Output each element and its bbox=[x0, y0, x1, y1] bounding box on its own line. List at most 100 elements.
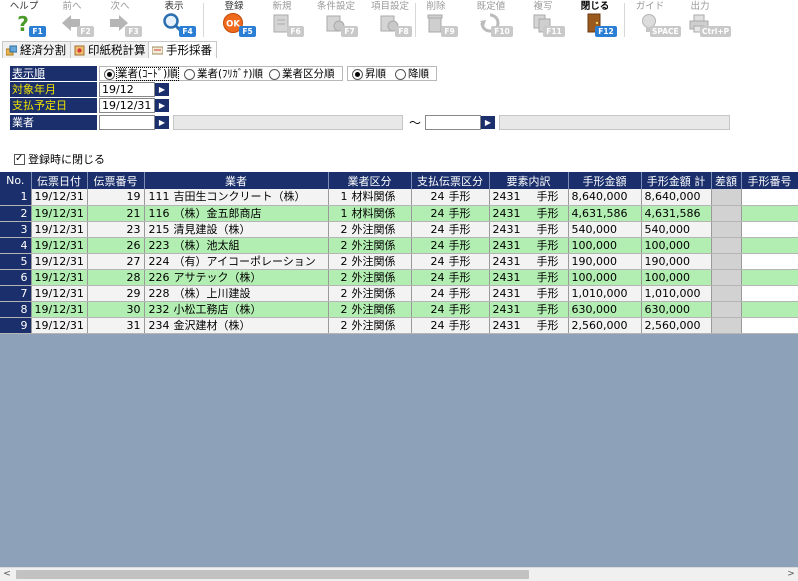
tab-economic-split[interactable]: 経済分割 bbox=[2, 41, 71, 58]
horizontal-scrollbar[interactable]: < > bbox=[0, 567, 798, 581]
table-row[interactable]: 6 19/12/31 28 226 アサテック（株） 2 外注関係 24 手形 2431 手形 100… bbox=[0, 269, 798, 286]
target-month-input[interactable]: 19/12 bbox=[99, 82, 155, 97]
slip-number-cell[interactable]: 29 bbox=[87, 285, 145, 302]
vendor-cell[interactable]: 224 （有）アイコーポレーション bbox=[144, 253, 329, 270]
row-number-cell[interactable]: 6 bbox=[0, 269, 32, 286]
element-breakdown-cell[interactable]: 2431 手形 bbox=[489, 269, 569, 286]
vendor-category-cell[interactable]: 2 外注関係 bbox=[328, 237, 412, 254]
payment-slip-type-cell[interactable]: 24 手形 bbox=[411, 285, 490, 302]
save-button[interactable]: 登録 OK F5 bbox=[210, 0, 258, 40]
element-breakdown-cell[interactable]: 2431 手形 bbox=[489, 237, 569, 254]
slip-date-cell[interactable]: 19/12/31 bbox=[31, 301, 88, 318]
bill-number-cell[interactable] bbox=[741, 269, 798, 286]
bill-amount-cell[interactable]: 8,640,000 bbox=[568, 189, 642, 206]
col-slip-number-header[interactable]: 伝票番号 bbox=[87, 172, 145, 189]
row-number-cell[interactable]: 2 bbox=[0, 205, 32, 222]
slip-number-cell[interactable]: 31 bbox=[87, 317, 145, 334]
vendor-category-cell[interactable]: 2 外注関係 bbox=[328, 269, 412, 286]
bill-amount-total-cell[interactable]: 8,640,000 bbox=[641, 189, 712, 206]
table-row[interactable]: 4 19/12/31 26 223 （株）池太組 2 外注関係 24 手形 2431 手形 100,0… bbox=[0, 237, 798, 254]
slip-date-cell[interactable]: 19/12/31 bbox=[31, 317, 88, 334]
bill-amount-cell[interactable]: 1,010,000 bbox=[568, 285, 642, 302]
slip-number-cell[interactable]: 28 bbox=[87, 269, 145, 286]
bill-number-cell[interactable] bbox=[741, 221, 798, 238]
vendor-category-cell[interactable]: 2 外注関係 bbox=[328, 301, 412, 318]
row-number-cell[interactable]: 4 bbox=[0, 237, 32, 254]
table-row[interactable]: 9 19/12/31 31 234 金沢建材（株） 2 外注関係 24 手形 2431 手形 2,56… bbox=[0, 317, 798, 334]
vendor-category-cell[interactable]: 2 外注関係 bbox=[328, 285, 412, 302]
table-row[interactable]: 8 19/12/31 30 232 小松工務店（株） 2 外注関係 24 手形 2431 手形 630… bbox=[0, 301, 798, 318]
bill-amount-cell[interactable]: 100,000 bbox=[568, 237, 642, 254]
vendor-category-cell[interactable]: 1 材料関係 bbox=[328, 205, 412, 222]
ascending-radio[interactable]: 昇順 bbox=[351, 68, 386, 81]
vendor-cell[interactable]: 116 （株）金五郎商店 bbox=[144, 205, 329, 222]
col-bill-amount-total-header[interactable]: 手形金額 計 bbox=[641, 172, 712, 189]
slip-date-cell[interactable]: 19/12/31 bbox=[31, 253, 88, 270]
table-row[interactable]: 7 19/12/31 29 228 （株）上川建設 2 外注関係 24 手形 2431 手形 1,01… bbox=[0, 285, 798, 302]
bill-amount-cell[interactable]: 2,560,000 bbox=[568, 317, 642, 334]
difference-cell[interactable] bbox=[711, 189, 742, 206]
slip-date-cell[interactable]: 19/12/31 bbox=[31, 269, 88, 286]
bill-number-cell[interactable] bbox=[741, 317, 798, 334]
slip-number-cell[interactable]: 26 bbox=[87, 237, 145, 254]
vendor-cell[interactable]: 215 清見建設（株） bbox=[144, 221, 329, 238]
difference-cell[interactable] bbox=[711, 253, 742, 270]
date-dropdown-button[interactable]: ▶ bbox=[155, 99, 169, 112]
sort-by-vendor-kana-radio[interactable]: 業者(ﾌﾘｶﾞﾅ)順 bbox=[183, 68, 263, 81]
bill-grid[interactable]: No. 伝票日付 伝票番号 業者 業者区分 支払伝票区分 要素内訳 手形金額 手形金額 計差額手… bbox=[0, 172, 798, 567]
bill-amount-cell[interactable]: 190,000 bbox=[568, 253, 642, 270]
col-vendor-header[interactable]: 業者 bbox=[144, 172, 329, 189]
display-button[interactable]: 表示 F4 bbox=[150, 0, 198, 40]
bill-amount-total-cell[interactable]: 540,000 bbox=[641, 221, 712, 238]
element-breakdown-cell[interactable]: 2431 手形 bbox=[489, 205, 569, 222]
vendor-to-dropdown-button[interactable]: ▶ bbox=[481, 116, 495, 129]
bill-amount-cell[interactable]: 630,000 bbox=[568, 301, 642, 318]
close-button[interactable]: 閉じる F12 bbox=[571, 0, 619, 40]
scroll-left-arrow[interactable]: < bbox=[0, 568, 14, 581]
bill-amount-total-cell[interactable]: 100,000 bbox=[641, 269, 712, 286]
payment-slip-type-cell[interactable]: 24 手形 bbox=[411, 269, 490, 286]
vendor-from-input[interactable] bbox=[99, 115, 155, 130]
descending-radio[interactable]: 降順 bbox=[394, 68, 429, 81]
close-on-save-checkbox[interactable]: 登録時に閉じる bbox=[14, 152, 105, 166]
payment-slip-type-cell[interactable]: 24 手形 bbox=[411, 205, 490, 222]
vendor-category-cell[interactable]: 2 外注関係 bbox=[328, 317, 412, 334]
bill-number-cell[interactable] bbox=[741, 285, 798, 302]
element-breakdown-cell[interactable]: 2431 手形 bbox=[489, 317, 569, 334]
element-breakdown-cell[interactable]: 2431 手形 bbox=[489, 253, 569, 270]
payment-slip-type-cell[interactable]: 24 手形 bbox=[411, 253, 490, 270]
vendor-cell[interactable]: 234 金沢建材（株） bbox=[144, 317, 329, 334]
next-button[interactable]: 次へ F3 bbox=[96, 0, 144, 40]
row-number-cell[interactable]: 9 bbox=[0, 317, 32, 334]
guide-button[interactable]: ガイド SPACE bbox=[626, 0, 681, 40]
element-breakdown-cell[interactable]: 2431 手形 bbox=[489, 301, 569, 318]
row-number-cell[interactable]: 8 bbox=[0, 301, 32, 318]
help-button[interactable]: ヘルプ ? F1 bbox=[0, 0, 48, 40]
slip-date-cell[interactable]: 19/12/31 bbox=[31, 237, 88, 254]
bill-number-cell[interactable] bbox=[741, 189, 798, 206]
new-button[interactable]: 新規 F6 bbox=[258, 0, 306, 40]
slip-date-cell[interactable]: 19/12/31 bbox=[31, 285, 88, 302]
output-button[interactable]: 出力 Ctrl+P bbox=[676, 0, 732, 40]
slip-date-cell[interactable]: 19/12/31 bbox=[31, 221, 88, 238]
scroll-right-arrow[interactable]: > bbox=[784, 568, 798, 581]
bill-amount-total-cell[interactable]: 2,560,000 bbox=[641, 317, 712, 334]
payment-slip-type-cell[interactable]: 24 手形 bbox=[411, 301, 490, 318]
vendor-to-input[interactable] bbox=[425, 115, 481, 130]
element-breakdown-cell[interactable]: 2431 手形 bbox=[489, 285, 569, 302]
condition-settings-button[interactable]: 条件設定 F7 bbox=[312, 0, 360, 40]
payment-slip-type-cell[interactable]: 24 手形 bbox=[411, 317, 490, 334]
vendor-category-cell[interactable]: 2 外注関係 bbox=[328, 221, 412, 238]
difference-cell[interactable] bbox=[711, 269, 742, 286]
bill-number-cell[interactable] bbox=[741, 205, 798, 222]
bill-amount-total-cell[interactable]: 190,000 bbox=[641, 253, 712, 270]
table-row[interactable]: 2 19/12/31 21 116 （株）金五郎商店 1 材料関係 24 手形 2431 手形 4,6… bbox=[0, 205, 798, 222]
scroll-thumb[interactable] bbox=[16, 570, 529, 579]
vendor-cell[interactable]: 226 アサテック（株） bbox=[144, 269, 329, 286]
table-row[interactable]: 5 19/12/31 27 224 （有）アイコーポレーション 2 外注関係 24 手形 2431… bbox=[0, 253, 798, 270]
vendor-cell[interactable]: 223 （株）池太組 bbox=[144, 237, 329, 254]
copy-button[interactable]: 複写 F11 bbox=[519, 0, 567, 40]
col-bill-amount-header[interactable]: 手形金額 bbox=[568, 172, 642, 189]
col-difference-header[interactable]: 差額 bbox=[711, 172, 742, 189]
payment-slip-type-cell[interactable]: 24 手形 bbox=[411, 221, 490, 238]
